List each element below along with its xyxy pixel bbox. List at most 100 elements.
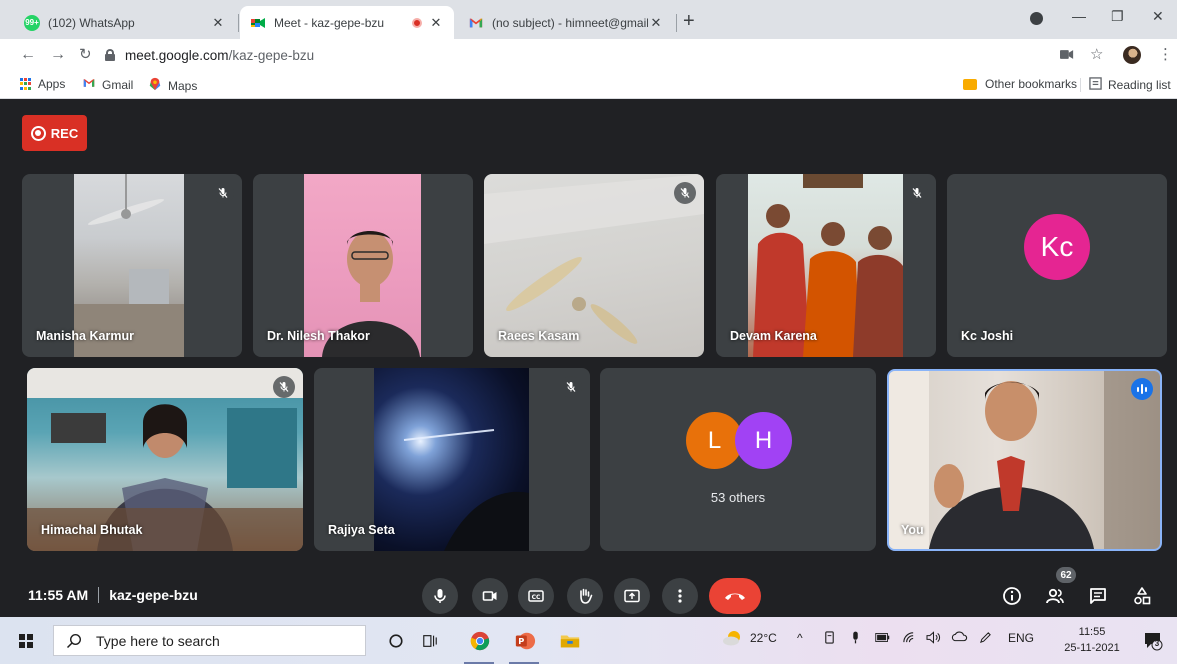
browser-toolbar: ← → ↻ meet.google.com/kaz-gepe-bzu ☆ ⋮ xyxy=(0,39,1177,71)
svg-text:P: P xyxy=(518,636,524,646)
bookmark-label: Maps xyxy=(168,78,198,93)
address-bar[interactable]: meet.google.com/kaz-gepe-bzu xyxy=(105,43,1080,67)
camera-button[interactable] xyxy=(472,578,508,614)
file-explorer-taskbar-icon[interactable] xyxy=(558,629,582,653)
participant-tile-devam-karena[interactable]: Devam Karena xyxy=(716,174,936,357)
participant-tile-raees-kasam[interactable]: Raees Kasam xyxy=(484,174,704,357)
tab-close-icon[interactable]: ✕ xyxy=(428,15,444,31)
participant-tile-rajiya-seta[interactable]: Rajiya Seta xyxy=(314,368,590,551)
url-host: meet.google.com xyxy=(125,47,229,63)
microphone-in-use-icon[interactable] xyxy=(851,631,860,647)
input-language-indicator[interactable]: ENG xyxy=(1008,631,1034,645)
bookmark-gmail[interactable]: Gmail xyxy=(82,77,133,92)
record-icon xyxy=(30,125,46,141)
folder-icon xyxy=(963,78,977,90)
chat-button[interactable] xyxy=(1086,584,1110,608)
windows-start-icon[interactable] xyxy=(19,634,33,648)
more-options-button[interactable] xyxy=(662,578,698,614)
battery-icon[interactable] xyxy=(875,631,890,645)
more-vert-icon xyxy=(678,589,682,603)
bookmarks-bar: Apps Gmail Maps Other bookmarks Reading … xyxy=(0,71,1177,99)
participant-name: Himachal Bhutak xyxy=(41,523,143,537)
svg-text:CC: CC xyxy=(532,594,541,601)
onedrive-icon[interactable] xyxy=(951,631,968,645)
participant-name: Raees Kasam xyxy=(498,329,580,343)
tab-gmail[interactable]: (no subject) - himneet@gmail.co ✕ xyxy=(458,6,674,39)
cortana-icon[interactable] xyxy=(384,629,408,653)
minimize-button[interactable]: — xyxy=(1072,8,1086,24)
taskbar-clock[interactable]: 11:55 25-11-2021 xyxy=(1063,624,1121,656)
new-tab-button[interactable]: + xyxy=(683,11,695,31)
back-button[interactable]: ← xyxy=(20,45,36,65)
other-bookmarks[interactable]: Other bookmarks xyxy=(963,77,1077,91)
bookmark-star-icon[interactable]: ☆ xyxy=(1090,45,1103,63)
bookmark-maps[interactable]: Maps xyxy=(148,77,197,94)
tab-search-icon[interactable] xyxy=(1030,12,1043,25)
tray-app-icon[interactable] xyxy=(823,631,836,647)
participant-video xyxy=(889,371,1160,549)
forward-button[interactable]: → xyxy=(50,45,66,65)
windows-taskbar: Type here to search P 22°C ^ ENG 11:55 2… xyxy=(0,617,1177,664)
reading-list[interactable]: Reading list xyxy=(1089,77,1171,93)
participant-tile-himachal-bhutak[interactable]: Himachal Bhutak xyxy=(27,368,303,551)
reload-button[interactable]: ↻ xyxy=(79,45,92,65)
weather-icon[interactable] xyxy=(722,629,744,650)
meeting-details-button[interactable] xyxy=(1000,584,1024,608)
captions-icon: CC xyxy=(528,590,544,602)
browser-tabstrip: 99+ (102) WhatsApp ✕ Meet - kaz-gepe-bzu… xyxy=(0,0,1177,39)
meeting-info: 11:55 AM kaz-gepe-bzu xyxy=(28,587,198,603)
captions-button[interactable]: CC xyxy=(518,578,554,614)
tab-close-icon[interactable]: ✕ xyxy=(210,15,226,31)
browser-menu-icon[interactable]: ⋮ xyxy=(1158,45,1173,63)
muted-mic-icon xyxy=(273,376,295,398)
clock-date: 25-11-2021 xyxy=(1064,642,1120,654)
chat-icon xyxy=(1090,588,1106,604)
microphone-button[interactable] xyxy=(422,578,458,614)
camera-in-use-icon[interactable] xyxy=(1060,47,1074,63)
raise-hand-button[interactable] xyxy=(567,578,603,614)
profile-avatar[interactable] xyxy=(1123,46,1141,64)
pen-icon[interactable] xyxy=(979,631,992,647)
notifications-button[interactable]: 3 xyxy=(1143,631,1163,651)
url-path: /kaz-gepe-bzu xyxy=(228,47,315,63)
participant-name: Manisha Karmur xyxy=(36,329,134,343)
restore-button[interactable]: ❐ xyxy=(1111,8,1124,25)
weather-temperature[interactable]: 22°C xyxy=(750,631,777,645)
recording-indicator-icon xyxy=(412,17,422,28)
speaking-indicator-icon xyxy=(1131,378,1153,400)
activities-button[interactable] xyxy=(1130,584,1154,608)
leave-call-button[interactable] xyxy=(709,578,761,614)
bookmark-apps[interactable]: Apps xyxy=(20,77,65,91)
tab-close-icon[interactable]: ✕ xyxy=(648,15,664,31)
present-icon xyxy=(624,589,640,603)
lock-icon xyxy=(105,49,115,61)
taskbar-search-box[interactable]: Type here to search xyxy=(53,625,366,656)
chrome-taskbar-icon[interactable] xyxy=(468,629,492,653)
tab-title: (102) WhatsApp xyxy=(48,15,135,30)
bookmark-label: Apps xyxy=(38,77,66,91)
powerpoint-taskbar-icon[interactable]: P xyxy=(513,629,537,653)
present-screen-button[interactable] xyxy=(614,578,650,614)
participant-video xyxy=(374,368,529,551)
meet-control-bar: 11:55 AM kaz-gepe-bzu CC 62 xyxy=(0,567,1177,617)
participant-tile-manisha-karmur[interactable]: Manisha Karmur xyxy=(22,174,242,357)
task-view-icon[interactable] xyxy=(418,629,442,653)
volume-icon[interactable] xyxy=(926,631,941,647)
people-button[interactable] xyxy=(1043,584,1067,608)
show-hidden-icons-icon[interactable]: ^ xyxy=(797,631,803,645)
participant-tile-you[interactable]: You xyxy=(887,369,1162,551)
gmail-icon xyxy=(468,15,484,31)
muted-mic-icon xyxy=(560,376,582,398)
bookmark-separator xyxy=(1080,78,1081,92)
participant-tile-nilesh-thakor[interactable]: Dr. Nilesh Thakor xyxy=(253,174,473,357)
tab-whatsapp[interactable]: 99+ (102) WhatsApp ✕ xyxy=(14,6,236,39)
muted-mic-icon xyxy=(674,182,696,204)
participant-tile-kc-joshi[interactable]: Kc Kc Joshi xyxy=(947,174,1167,357)
recording-badge[interactable]: REC xyxy=(22,115,87,151)
participant-tile-others[interactable]: L H 53 others xyxy=(600,368,876,551)
tab-meet[interactable]: Meet - kaz-gepe-bzu ✕ xyxy=(240,6,454,39)
notification-count: 3 xyxy=(1154,639,1160,648)
close-window-button[interactable]: ✕ xyxy=(1152,8,1164,25)
people-icon xyxy=(1046,588,1064,604)
wifi-icon[interactable] xyxy=(902,631,915,647)
